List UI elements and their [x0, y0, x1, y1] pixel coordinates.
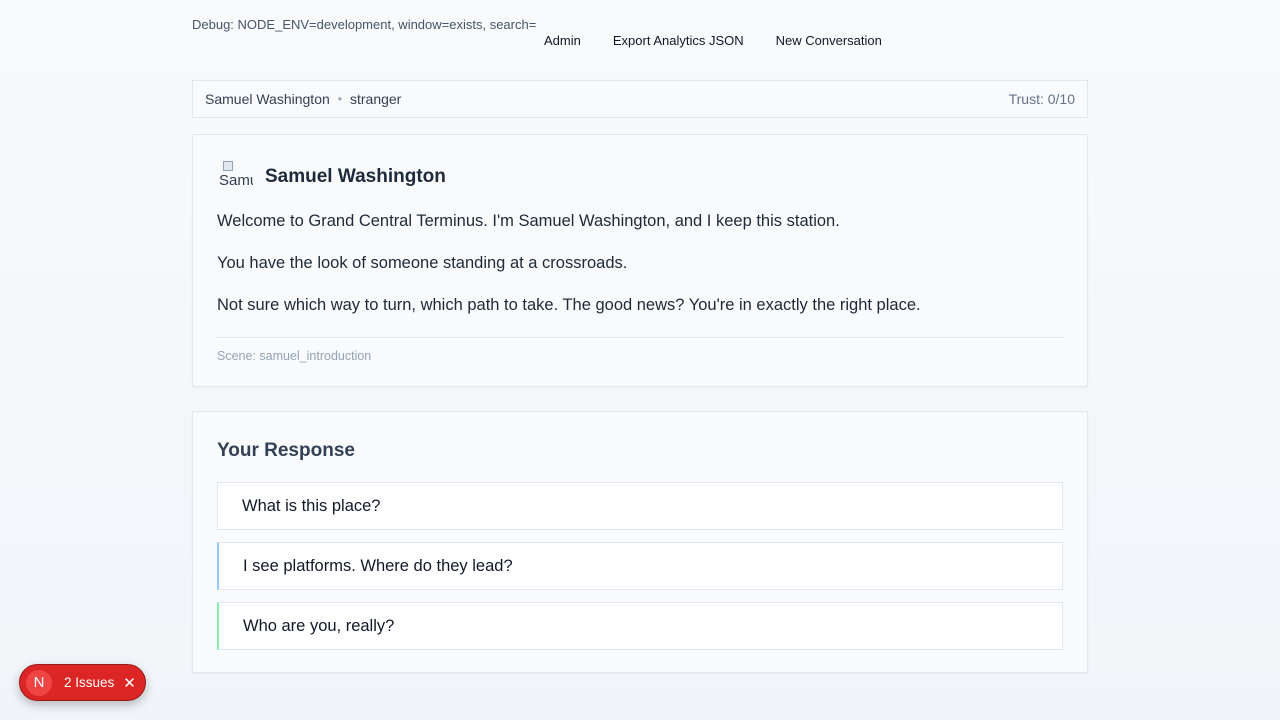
- choice-button[interactable]: Who are you, really?: [217, 602, 1063, 650]
- character-status-bar: Samuel Washington • stranger Trust: 0/10: [192, 80, 1088, 118]
- broken-image-icon: [223, 161, 233, 171]
- separator-dot: •: [337, 92, 342, 106]
- new-conversation-link[interactable]: New Conversation: [760, 32, 898, 50]
- speaker-name: Samuel Washington: [265, 166, 446, 187]
- dialogue-line: Not sure which way to turn, which path t…: [217, 296, 921, 314]
- top-nav: Admin Export Analytics JSON New Conversa…: [528, 32, 898, 50]
- admin-link[interactable]: Admin: [528, 32, 597, 50]
- character-name: Samuel Washington: [205, 91, 330, 107]
- choice-button[interactable]: What is this place?: [217, 482, 1063, 530]
- scene-footer: Scene: samuel_introduction: [217, 337, 1063, 365]
- close-icon[interactable]: ✕: [123, 674, 136, 692]
- response-card: Your Response What is this place? I see …: [192, 411, 1088, 673]
- dialogue-line: You have the look of someone standing at…: [217, 254, 628, 272]
- response-title: Your Response: [217, 440, 355, 461]
- dialogue-line: Welcome to Grand Central Terminus. I'm S…: [217, 212, 840, 230]
- issues-badge[interactable]: N 2 Issues ✕: [19, 664, 146, 701]
- dialogue-card: Samuel Samuel Washington Welcome to Gran…: [192, 134, 1088, 387]
- avatar: Samuel: [217, 159, 253, 195]
- trust-level: Trust: 0/10: [1008, 91, 1075, 107]
- scene-label: Scene: samuel_introduction: [217, 349, 372, 363]
- avatar-alt-text: Samuel: [219, 172, 253, 189]
- issues-count[interactable]: 2 Issues: [64, 675, 114, 690]
- choice-button[interactable]: I see platforms. Where do they lead?: [217, 542, 1063, 590]
- nextjs-logo-icon: N: [26, 669, 52, 696]
- relationship-status: stranger: [349, 91, 402, 107]
- export-analytics-link[interactable]: Export Analytics JSON: [597, 32, 760, 50]
- debug-text: Debug: NODE_ENV=development, window=exis…: [192, 17, 537, 32]
- speaker-header: Samuel Samuel Washington: [217, 159, 1063, 195]
